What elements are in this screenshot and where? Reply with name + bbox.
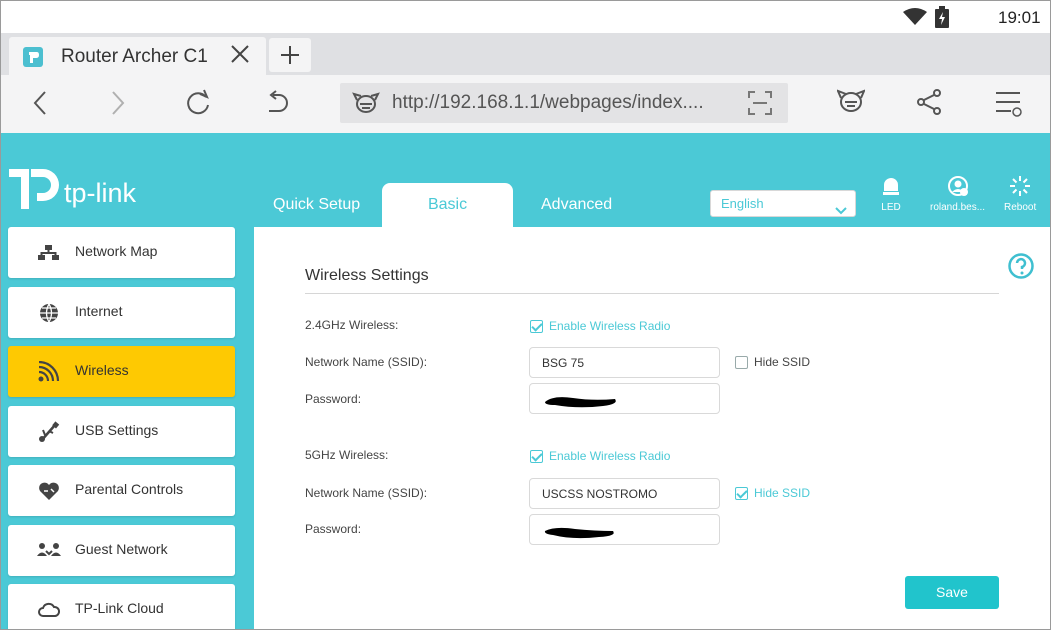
sidebar-item-parental-controls[interactable]: Parental Controls [8, 465, 235, 516]
extension-icon[interactable] [836, 87, 866, 121]
undo-icon[interactable] [265, 89, 291, 121]
sidebar-item-label: USB Settings [75, 422, 159, 438]
band5-ssid-input[interactable]: USCSS NOSTROMO [529, 478, 720, 509]
wireless-settings-panel: Wireless Settings 2.4GHz Wireless: Enabl… [254, 227, 1050, 629]
band24-label: 2.4GHz Wireless: [305, 318, 399, 332]
language-select[interactable]: English [710, 190, 856, 217]
browser-tab[interactable]: Router Archer C1 [9, 37, 266, 75]
user-label: roland.bes... [930, 202, 986, 213]
band24-hide-ssid-checkbox[interactable] [735, 356, 748, 369]
band5-hide-ssid-label[interactable]: Hide SSID [754, 486, 810, 500]
browser-toolbar: http://192.168.1.1/webpages/index.... [1, 75, 1050, 133]
tplink-logo-icon [9, 163, 63, 219]
tab-strip: Router Archer C1 [1, 33, 1050, 75]
page-title: Wireless Settings [305, 267, 429, 284]
band5-enable-label[interactable]: Enable Wireless Radio [549, 449, 670, 463]
tab-basic[interactable]: Basic [382, 183, 513, 227]
usb-icon [37, 421, 61, 443]
band5-ssid-label: Network Name (SSID): [305, 486, 428, 500]
site-info-icon[interactable] [352, 90, 380, 120]
band24-hide-ssid-label[interactable]: Hide SSID [754, 355, 810, 369]
back-icon[interactable] [31, 89, 49, 121]
band24-password-label: Password: [305, 392, 362, 406]
band5-hide-ssid-checkbox[interactable] [735, 487, 748, 500]
address-bar[interactable]: http://192.168.1.1/webpages/index.... [340, 83, 788, 123]
reboot-icon [1009, 176, 1031, 200]
sidebar-item-label: Internet [75, 303, 123, 319]
sidebar-item-network-map[interactable]: Network Map [8, 227, 235, 278]
save-button[interactable]: Save [905, 576, 999, 609]
sidebar: Network Map Internet Wireless USB Settin… [1, 227, 254, 629]
network-map-icon [37, 242, 61, 264]
forward-icon[interactable] [109, 89, 127, 121]
band24-ssid-input[interactable]: BSG 75 [529, 347, 720, 378]
chevron-down-icon [835, 200, 847, 219]
band24-enable-checkbox[interactable] [530, 320, 543, 333]
user-button[interactable]: roland.bes... [930, 175, 985, 213]
sidebar-item-label: Parental Controls [75, 481, 184, 497]
tplink-favicon-icon [23, 47, 43, 67]
menu-icon[interactable] [995, 89, 1023, 121]
tplink-logo-text: tp-link [64, 178, 137, 208]
sidebar-item-label: Guest Network [75, 541, 168, 557]
language-value: English [721, 196, 764, 211]
redaction-scribble [543, 523, 619, 545]
scan-icon[interactable] [748, 91, 772, 119]
band24-ssid-value: BSG 75 [542, 356, 585, 370]
sidebar-item-tplink-cloud[interactable]: TP-Link Cloud [8, 584, 235, 629]
status-bar: 19:01 [1, 1, 1050, 33]
guest-icon [37, 540, 61, 562]
sidebar-item-label: TP-Link Cloud [75, 600, 164, 616]
battery-icon [935, 6, 949, 32]
band5-password-label: Password: [305, 522, 362, 536]
new-tab-button[interactable] [269, 38, 311, 72]
sidebar-item-internet[interactable]: Internet [8, 287, 235, 338]
reboot-label: Reboot [1004, 202, 1037, 213]
screen: 19:01 Router Archer C1 http://192.168.1.… [0, 0, 1051, 630]
tab-title: Router Archer C1 [61, 46, 208, 67]
heart-icon [37, 480, 61, 502]
band24-enable-label[interactable]: Enable Wireless Radio [549, 319, 670, 333]
sidebar-item-label: Wireless [75, 362, 129, 378]
plus-icon [281, 46, 299, 64]
divider [305, 293, 999, 294]
close-tab-icon[interactable] [229, 43, 251, 69]
sidebar-item-guest-network[interactable]: Guest Network [8, 525, 235, 576]
router-header: tp-link Quick Setup Basic Advanced Engli… [1, 133, 1050, 227]
band5-ssid-value: USCSS NOSTROMO [542, 487, 658, 501]
led-bulb-icon [880, 178, 902, 200]
reboot-button[interactable]: Reboot [1004, 175, 1036, 213]
sidebar-item-wireless[interactable]: Wireless [8, 346, 235, 397]
redaction-scribble [543, 392, 619, 414]
user-account-icon [947, 176, 969, 200]
clock: 19:01 [998, 8, 1041, 27]
band5-password-input[interactable] [529, 514, 720, 545]
cloud-icon [37, 599, 61, 621]
sidebar-item-label: Network Map [75, 243, 158, 259]
band24-ssid-label: Network Name (SSID): [305, 355, 428, 369]
band5-label: 5GHz Wireless: [305, 448, 389, 462]
led-label: LED [881, 202, 901, 213]
sidebar-item-usb-settings[interactable]: USB Settings [8, 406, 235, 457]
help-icon[interactable] [1007, 252, 1035, 284]
url-text: http://192.168.1.1/webpages/index.... [392, 92, 704, 113]
globe-icon [37, 302, 61, 324]
led-button[interactable]: LED [880, 175, 902, 213]
band24-password-input[interactable] [529, 383, 720, 414]
wifi-signal-icon [903, 8, 927, 30]
band5-enable-checkbox[interactable] [530, 450, 543, 463]
reload-icon[interactable] [184, 89, 212, 121]
share-icon[interactable] [917, 89, 941, 119]
wifi-icon [37, 360, 61, 383]
